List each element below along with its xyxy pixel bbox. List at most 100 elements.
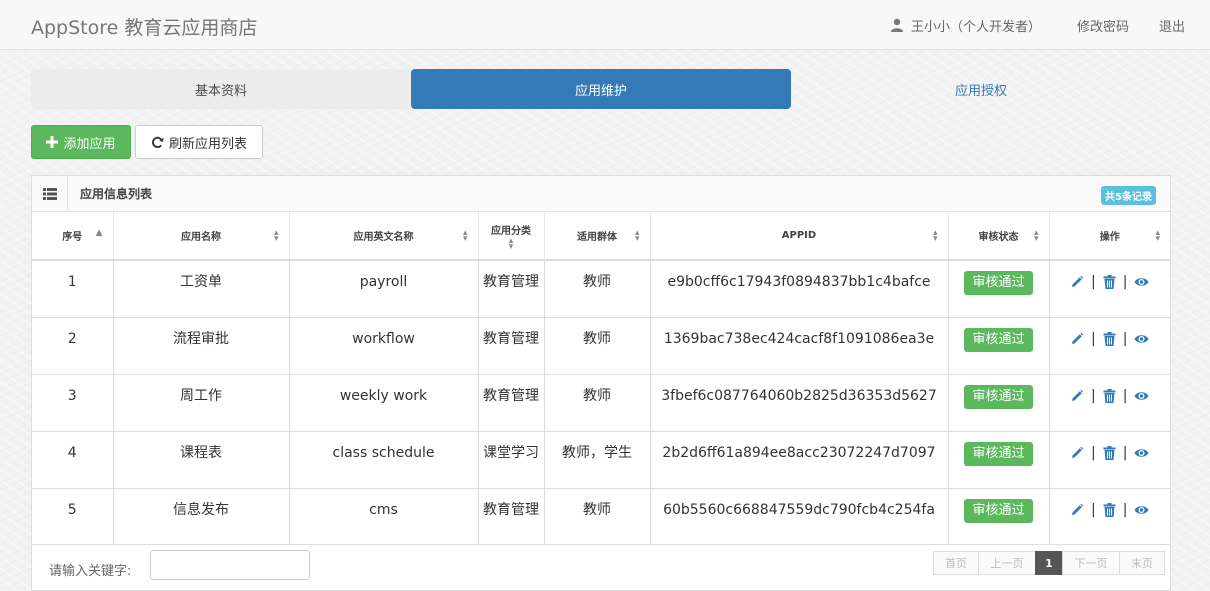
record-count-badge: 共5条记录: [1101, 186, 1156, 205]
cell-category: 教育管理: [477, 487, 544, 545]
col-header-appid[interactable]: APPID ▴ ▾: [649, 212, 948, 261]
col-header-no[interactable]: 序号 ▲: [32, 212, 113, 261]
status-badge[interactable]: 审核通过: [964, 327, 1033, 352]
status-badge[interactable]: 审核通过: [964, 271, 1033, 295]
edit-pencil-icon[interactable]: [1070, 389, 1084, 403]
cell-no: 2: [32, 316, 113, 374]
col-header-category[interactable]: 应用分类 ▴ ▾: [477, 212, 544, 261]
status-badge[interactable]: 审核通过: [964, 498, 1033, 523]
cell-en-name: payroll: [288, 259, 478, 317]
cell-status: 审核通过: [947, 316, 1049, 374]
cell-category: 教育管理: [477, 373, 544, 431]
top-navbar: AppStore 教育云应用商店 王小小（个人开发者） 修改密码 退出: [0, 0, 1210, 50]
change-password-link[interactable]: 修改密码: [1077, 16, 1129, 35]
cell-group: 教师: [543, 316, 650, 374]
user-name: 王小小（个人开发者）: [910, 19, 1041, 35]
cell-group: 教师，学生: [543, 430, 650, 488]
separator: |: [1122, 387, 1128, 404]
sort-icon: ▴ ▾: [462, 228, 468, 244]
cell-appid: e9b0cff6c17943f0894837bb1c4bafce: [649, 259, 948, 317]
cell-name: 信息发布: [112, 487, 289, 545]
cell-appid: 2b2d6ff61a894ee8acc23072247d7097: [649, 430, 948, 488]
view-eye-icon[interactable]: [1134, 504, 1149, 516]
sort-icon: ▴ ▾: [932, 228, 938, 244]
sort-asc-icon: ▲: [95, 228, 103, 238]
search-input[interactable]: [150, 550, 310, 580]
separator: |: [1091, 274, 1096, 290]
view-eye-icon[interactable]: [1134, 390, 1149, 402]
toolbar: 添加应用 刷新应用列表: [31, 125, 263, 159]
separator: |: [1091, 444, 1096, 461]
refresh-list-button[interactable]: 刷新应用列表: [135, 125, 263, 159]
row-actions: | |: [1050, 272, 1171, 292]
delete-trash-icon[interactable]: [1103, 275, 1116, 289]
tab-app-authorization[interactable]: 应用授权: [791, 69, 1171, 109]
view-eye-icon[interactable]: [1134, 447, 1149, 459]
pager-page-current[interactable]: 1: [1035, 551, 1063, 575]
edit-pencil-icon[interactable]: [1070, 332, 1084, 346]
separator: |: [1122, 501, 1128, 518]
col-header-group[interactable]: 适用群体 ▴ ▾: [543, 212, 650, 261]
delete-trash-icon[interactable]: [1103, 502, 1116, 517]
cell-actions: | |: [1048, 430, 1170, 488]
view-eye-icon[interactable]: [1134, 276, 1149, 288]
cell-category: 课堂学习: [477, 430, 544, 488]
edit-pencil-icon[interactable]: [1070, 275, 1084, 289]
sort-icon: ▴ ▾: [634, 228, 640, 244]
app-table: 序号 ▲ 应用名称 ▴ ▾ 应用英文名称 ▴ ▾ 应用分类 ▴ ▾ 适用群体 ▴ ▾ APPID ▴…: [32, 212, 1170, 545]
status-badge[interactable]: 审核通过: [964, 384, 1033, 409]
plus-icon: [46, 136, 59, 148]
col-header-en-name[interactable]: 应用英文名称 ▴ ▾: [288, 212, 478, 261]
tab-app-maintenance[interactable]: 应用维护: [411, 69, 791, 109]
table-body: 1 工资单 payroll 教育管理 教师 e9b0cff6c17943f0894837b…: [32, 259, 1171, 545]
cell-actions: | |: [1048, 487, 1170, 545]
sort-icon: ▴ ▾: [273, 228, 279, 244]
app-title[interactable]: AppStore 教育云应用商店: [31, 13, 257, 40]
view-eye-icon[interactable]: [1134, 333, 1149, 345]
sort-icon: ▴ ▾: [508, 236, 514, 252]
edit-pencil-icon[interactable]: [1070, 503, 1084, 517]
pagination: 首页 上一页 1 下一页 末页: [933, 551, 1165, 575]
cell-en-name: class schedule: [288, 430, 478, 488]
col-header-name[interactable]: 应用名称 ▴ ▾: [112, 212, 289, 261]
cell-en-name: workflow: [288, 316, 478, 374]
cell-actions: | |: [1048, 373, 1170, 431]
table-header-row: 序号 ▲ 应用名称 ▴ ▾ 应用英文名称 ▴ ▾ 应用分类 ▴ ▾ 适用群体 ▴ ▾ APPID ▴…: [32, 212, 1170, 261]
pager-first[interactable]: 首页: [933, 551, 979, 575]
table-footer: 请输入关键字: 首页 上一页 1 下一页 末页: [32, 544, 1170, 590]
tab-basic-info[interactable]: 基本资料: [31, 69, 411, 109]
cell-no: 5: [32, 487, 113, 545]
pager-prev[interactable]: 上一页: [978, 551, 1036, 575]
cell-appid: 60b5560c668847559dc790fcb4c254fa: [649, 487, 948, 545]
current-user[interactable]: 王小小（个人开发者）: [890, 16, 1041, 35]
logout-link[interactable]: 退出: [1159, 16, 1185, 35]
cell-group: 教师: [543, 373, 650, 431]
status-badge[interactable]: 审核通过: [964, 441, 1033, 466]
add-app-label: 添加应用: [63, 136, 116, 152]
table-row: 1 工资单 payroll 教育管理 教师 e9b0cff6c17943f0894837b…: [32, 259, 1171, 317]
separator: |: [1091, 501, 1096, 518]
separator: |: [1122, 274, 1128, 290]
pager-next[interactable]: 下一页: [1062, 551, 1120, 575]
delete-trash-icon[interactable]: [1103, 331, 1116, 346]
separator: |: [1122, 330, 1128, 347]
cell-no: 4: [32, 430, 113, 488]
delete-trash-icon[interactable]: [1103, 388, 1116, 403]
delete-trash-icon[interactable]: [1103, 445, 1116, 460]
col-header-status[interactable]: 审核状态 ▴ ▾: [947, 212, 1049, 261]
sort-icon: ▴ ▾: [1033, 228, 1039, 244]
cell-name: 课程表: [112, 430, 289, 488]
cell-status: 审核通过: [947, 259, 1049, 317]
table-row: 5 信息发布 cms 教育管理 教师 60b5560c668847559dc790fcb4…: [32, 487, 1170, 545]
row-actions: | |: [1050, 329, 1171, 349]
cell-category: 教育管理: [477, 259, 544, 317]
col-header-actions[interactable]: 操作 ▴ ▾: [1048, 212, 1170, 261]
cell-actions: | |: [1048, 316, 1171, 374]
refresh-list-label: 刷新应用列表: [168, 136, 247, 152]
cell-category: 教育管理: [477, 316, 544, 374]
pager-last[interactable]: 末页: [1119, 551, 1165, 575]
cell-no: 1: [32, 259, 113, 317]
edit-pencil-icon[interactable]: [1070, 446, 1084, 460]
add-app-button[interactable]: 添加应用: [31, 125, 131, 159]
list-icon: [32, 175, 68, 212]
